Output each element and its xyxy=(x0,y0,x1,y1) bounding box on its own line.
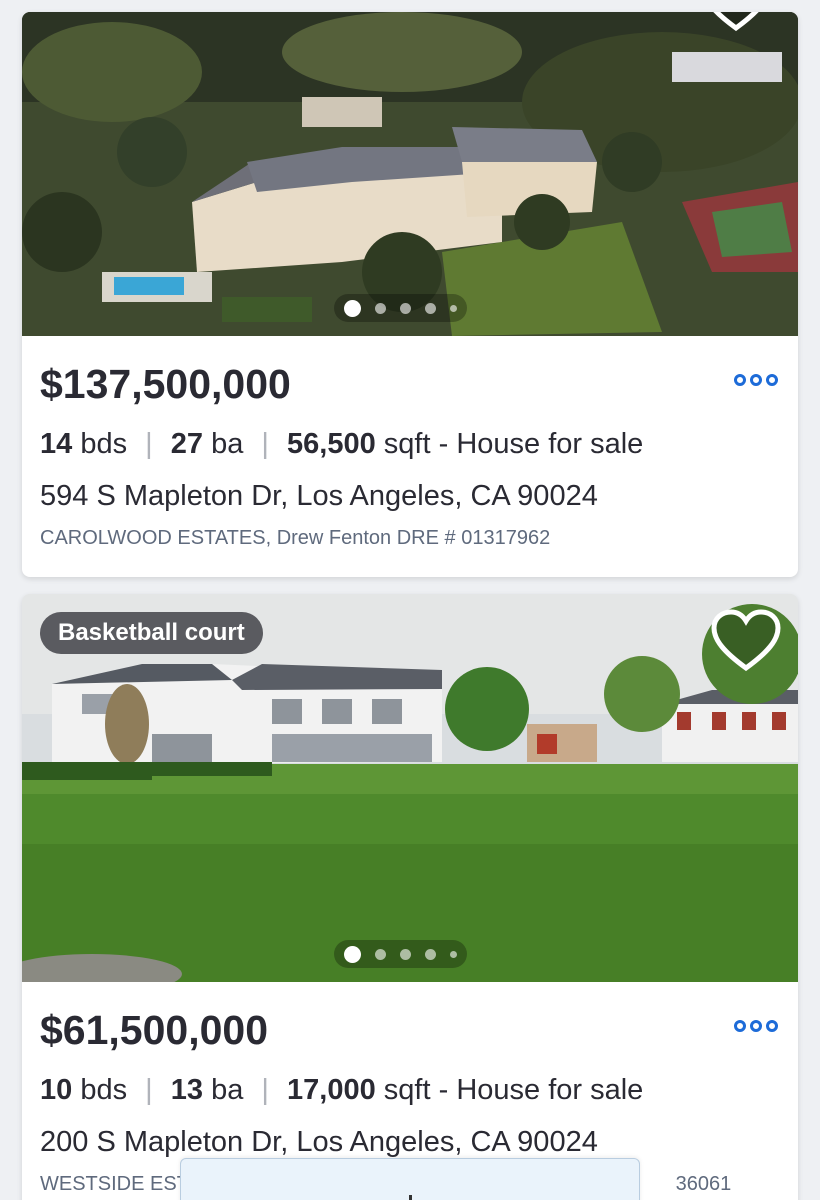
listing-facts: 10 bds | 13 ba | 17,000 sqft - House for… xyxy=(40,1070,780,1110)
facts-separator: | xyxy=(261,1074,269,1106)
carousel-dot[interactable] xyxy=(425,948,436,960)
listing-photo[interactable]: Basketball court xyxy=(22,594,798,982)
carousel-dot[interactable] xyxy=(400,948,411,960)
baths-count: 27 xyxy=(170,428,204,460)
panel-glyph xyxy=(409,1195,412,1200)
baths-unit: ba xyxy=(211,1074,244,1106)
listing-photo[interactable] xyxy=(22,12,798,336)
baths-count: 13 xyxy=(170,1074,204,1106)
more-options-icon[interactable] xyxy=(734,374,778,386)
carousel-dot[interactable] xyxy=(425,302,436,314)
sqft-value: 56,500 xyxy=(287,428,376,460)
listing-address[interactable]: 200 S Mapleton Dr, Los Angeles, CA 90024 xyxy=(40,1122,780,1162)
feature-badge: Basketball court xyxy=(40,612,263,654)
listing-price: $61,500,000 xyxy=(40,1007,269,1053)
facts-separator: | xyxy=(145,428,153,460)
beds-count: 10 xyxy=(40,1074,73,1106)
broker-text-start: WESTSIDE EST xyxy=(40,1173,189,1195)
sqft-unit: sqft xyxy=(383,1074,431,1106)
listing-address[interactable]: 594 S Mapleton Dr, Los Angeles, CA 90024 xyxy=(40,476,780,516)
photo-carousel-dots[interactable] xyxy=(334,294,467,322)
more-options-icon[interactable] xyxy=(734,1020,778,1032)
listing-price: $137,500,000 xyxy=(40,361,291,407)
carousel-dot[interactable] xyxy=(344,299,361,317)
carousel-dot[interactable] xyxy=(375,948,386,960)
sqft-value: 17,000 xyxy=(287,1074,376,1106)
listing-info: $137,500,000 14 bds | 27 ba | 56,500 sqf… xyxy=(22,336,798,552)
bottom-popup-panel[interactable] xyxy=(180,1158,640,1200)
beds-unit: bds xyxy=(80,1074,128,1106)
aerial-estate-image xyxy=(22,12,798,336)
listing-card[interactable]: Basketball court $61,500,000 10 bds | 13… xyxy=(22,594,798,1200)
photo-carousel-dots[interactable] xyxy=(334,940,467,968)
sqft-unit: sqft xyxy=(383,428,431,460)
facts-separator: | xyxy=(145,1074,153,1106)
listing-facts: 14 bds | 27 ba | 56,500 sqft - House for… xyxy=(40,424,780,464)
listing-broker: CAROLWOOD ESTATES, Drew Fenton DRE # 013… xyxy=(40,527,551,549)
heart-icon[interactable] xyxy=(700,12,772,34)
listing-card[interactable]: $137,500,000 14 bds | 27 ba | 56,500 sqf… xyxy=(22,12,798,577)
carousel-dot[interactable] xyxy=(375,302,386,314)
heart-icon[interactable] xyxy=(710,608,782,674)
listing-type: - House for sale xyxy=(438,428,644,460)
broker-text-end: 36061 xyxy=(675,1173,732,1195)
carousel-dot[interactable] xyxy=(400,302,411,314)
listing-type: - House for sale xyxy=(438,1074,644,1106)
beds-count: 14 xyxy=(40,428,73,460)
facts-separator: | xyxy=(261,428,269,460)
carousel-dot[interactable] xyxy=(450,304,457,312)
carousel-dot[interactable] xyxy=(450,950,457,958)
carousel-dot[interactable] xyxy=(344,945,361,963)
beds-unit: bds xyxy=(80,428,128,460)
baths-unit: ba xyxy=(211,428,244,460)
